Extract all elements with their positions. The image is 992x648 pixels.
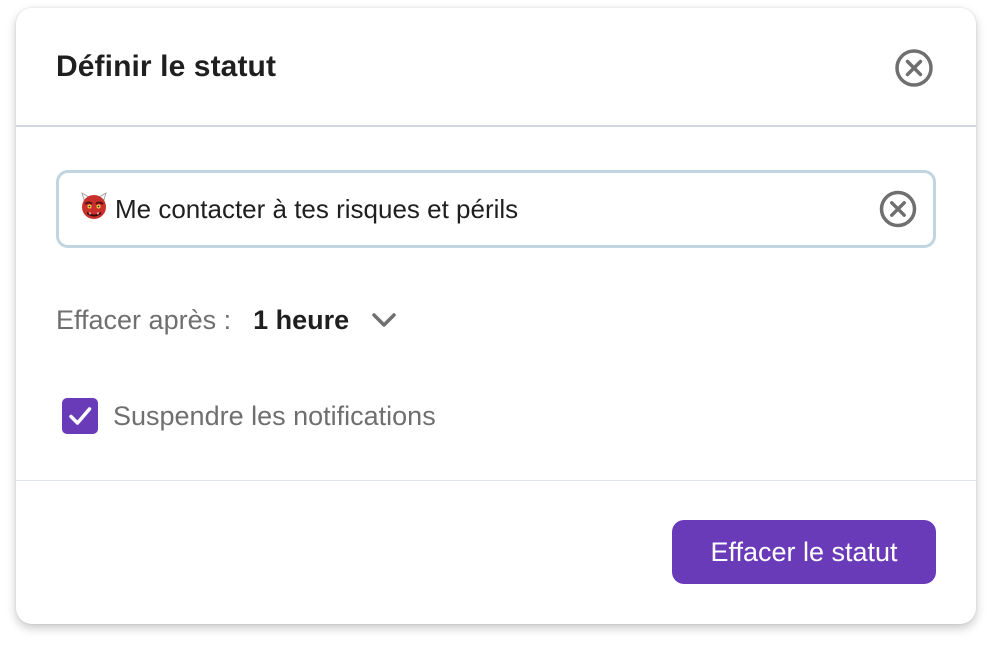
status-input[interactable]: Me contacter à tes risques et périls	[56, 170, 936, 248]
clear-after-dropdown[interactable]: 1 heure	[253, 305, 397, 336]
clear-after-row: Effacer après : 1 heure	[56, 300, 397, 340]
close-dialog-button[interactable]	[894, 48, 934, 88]
set-status-dialog: Définir le statut Me contacter à tes ris…	[16, 8, 976, 624]
dialog-header: Définir le statut	[16, 8, 976, 127]
ogre-face-icon[interactable]	[79, 191, 109, 221]
status-text: Me contacter à tes risques et périls	[115, 194, 519, 224]
chevron-down-icon	[372, 313, 396, 327]
close-circle-icon	[895, 49, 933, 87]
clear-circle-icon	[879, 190, 917, 228]
suspend-notifications-row: Suspendre les notifications	[62, 398, 436, 434]
dialog-title: Définir le statut	[56, 50, 277, 83]
clear-status-button[interactable]: Effacer le statut	[672, 520, 936, 584]
clear-after-value: 1 heure	[253, 304, 350, 335]
footer-divider	[16, 480, 976, 481]
checkmark-icon	[69, 407, 92, 425]
clear-after-label: Effacer après :	[56, 304, 232, 335]
suspend-notifications-checkbox[interactable]	[62, 398, 98, 434]
clear-status-text-button[interactable]	[879, 190, 917, 228]
suspend-notifications-label[interactable]: Suspendre les notifications	[113, 401, 436, 432]
